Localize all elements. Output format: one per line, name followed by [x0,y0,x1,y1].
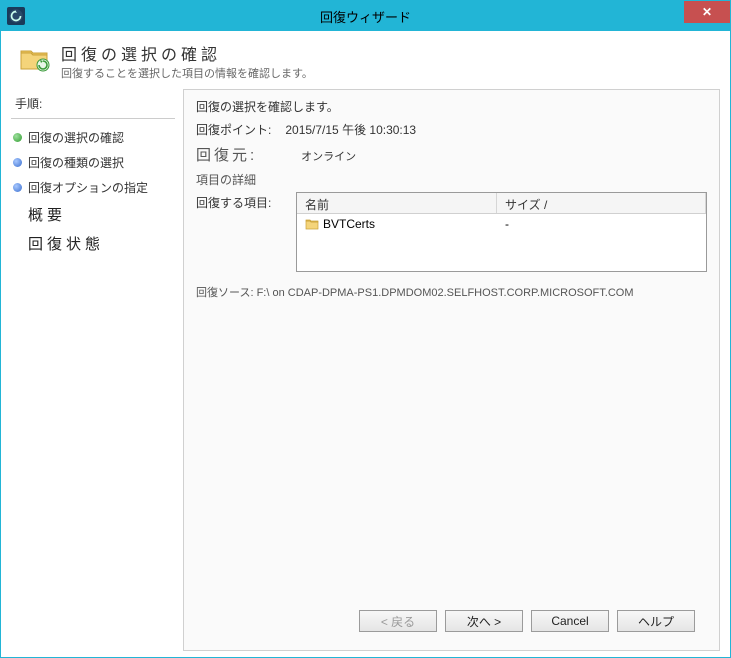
recovery-source-line: 回復ソース: F:\ on CDAP-DPMA-PS1.DPMDOM02.SEL… [196,284,707,300]
app-icon [7,7,25,25]
close-icon: ✕ [702,5,712,19]
page-subtitle: 回復することを選択した項目の情報を確認します。 [61,65,313,81]
recovery-source-value: F:\ on CDAP-DPMA-PS1.DPMDOM02.SELFHOST.C… [257,287,634,299]
items-to-recover-label: 回復する項目: [196,192,286,211]
items-row: 回復する項目: 名前 サイズ / BVTCerts [196,192,707,272]
recovery-source-label: 回復ソース: [196,287,254,299]
recovery-point-value: 2015/7/15 午後 10:30:13 [285,121,416,138]
recovery-point-row: 回復ポイント: 2015/7/15 午後 10:30:13 [196,121,707,138]
titlebar: 回復ウィザード ✕ [1,1,730,31]
page-title: 回復の選択の確認 [61,41,313,65]
recovery-point-label: 回復ポイント: [196,121,271,138]
next-button[interactable]: 次へ > [445,610,523,632]
intro-line: 回復の選択を確認します。 [196,98,707,115]
table-body: BVTCerts - [297,214,706,234]
step-select-type[interactable]: 回復の種類の選択 [11,150,175,175]
bullet-pending-icon [13,239,22,248]
header-text: 回復の選択の確認 回復することを選択した項目の情報を確認します。 [61,41,313,81]
step-label: 概要 [28,204,66,225]
step-label: 回復の選択の確認 [28,129,124,146]
bullet-done-icon [13,183,22,192]
window-title: 回復ウィザード [1,7,730,26]
steps-title: 手順: [11,93,175,119]
folder-icon [305,218,319,230]
main-panel: 回復の選択を確認します。 回復ポイント: 2015/7/15 午後 10:30:… [183,89,720,651]
items-table: 名前 サイズ / BVTCerts - [296,192,707,272]
wizard-window: 回復ウィザード ✕ 回復の選択の確認 回復することを選択した項目の情報を確認しま… [0,0,731,658]
bullet-pending-icon [13,210,22,219]
step-summary[interactable]: 概要 [11,200,175,229]
header: 回復の選択の確認 回復することを選択した項目の情報を確認します。 [1,31,730,89]
col-size[interactable]: サイズ / [497,193,706,213]
cell-name: BVTCerts [297,216,497,232]
step-label: 回復状態 [28,233,104,254]
steps-sidebar: 手順: 回復の選択の確認 回復の種類の選択 回復オプションの指定 概要 回復状態 [11,89,175,651]
bullet-done-icon [13,158,22,167]
close-button[interactable]: ✕ [684,1,730,23]
body: 手順: 回復の選択の確認 回復の種類の選択 回復オプションの指定 概要 回復状態 [1,89,730,657]
step-label: 回復の種類の選択 [28,154,124,171]
row-name-text: BVTCerts [323,217,375,231]
button-bar: < 戻る 次へ > Cancel ヘルプ [196,602,707,642]
recovery-folder-icon [19,45,51,73]
table-header: 名前 サイズ / [297,193,706,214]
origin-row: 回復元: オンライン [196,144,707,165]
cell-size: - [497,216,706,232]
help-button[interactable]: ヘルプ [617,610,695,632]
table-row[interactable]: BVTCerts - [297,214,706,234]
cancel-button[interactable]: Cancel [531,610,609,632]
item-detail-label: 項目の詳細 [196,171,707,188]
col-name[interactable]: 名前 [297,193,497,213]
origin-value: オンライン [301,148,356,164]
step-confirm-selection[interactable]: 回復の選択の確認 [11,125,175,150]
back-button[interactable]: < 戻る [359,610,437,632]
step-label: 回復オプションの指定 [28,179,148,196]
origin-label: 回復元: [196,144,257,165]
step-status[interactable]: 回復状態 [11,229,175,258]
bullet-current-icon [13,133,22,142]
step-recovery-options[interactable]: 回復オプションの指定 [11,175,175,200]
